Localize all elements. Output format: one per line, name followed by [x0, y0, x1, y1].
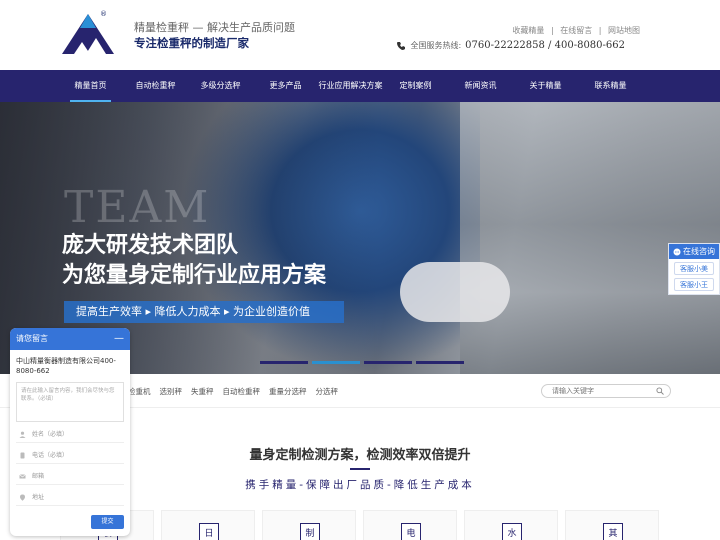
phone-icon [20, 452, 25, 459]
top-links: 收藏精量 | 在线留言 | 网站地图 [510, 25, 642, 36]
banner-watermark: TEAM [64, 182, 211, 233]
location-pin-icon [20, 494, 25, 501]
industry-card-label: 日 [199, 523, 219, 540]
name-field[interactable]: 姓名（必填） [16, 426, 124, 443]
hotword-link[interactable]: 重量分选秤 [269, 386, 307, 397]
nav-multi-sorter[interactable]: 多级分选秤 [188, 70, 253, 102]
industry-card-label: 水 [502, 523, 522, 540]
consult-agent-button[interactable]: 客服小美 [674, 262, 714, 275]
email-field-placeholder: 邮箱 [32, 473, 45, 480]
search-icon[interactable] [656, 387, 664, 395]
minimize-button[interactable]: — [114, 328, 124, 350]
hotword-link[interactable]: 失重秤 [191, 386, 214, 397]
hotword-link[interactable]: 检重机 [128, 386, 151, 397]
section-divider [350, 468, 370, 470]
phone-field-placeholder: 电话（必填） [32, 452, 69, 459]
industry-card[interactable]: 水 [464, 510, 558, 540]
leave-message-widget: 请您留言 — 中山精量衡器制造有限公司400-8080-662 请在此输入留言内… [10, 328, 130, 536]
message-textarea[interactable]: 请在此输入留言内容，我们会尽快与您联系。（必填） [16, 382, 124, 422]
submit-button[interactable]: 提交 [91, 515, 124, 529]
address-field-placeholder: 地址 [32, 494, 45, 501]
message-title: 请您留言 [16, 334, 48, 343]
banner-subline: 提高生产效率 ▸ 降低人力成本 ▸ 为企业创造价值 [64, 301, 344, 323]
sitemap-link[interactable]: 网站地图 [608, 26, 640, 35]
slider-dot[interactable] [416, 361, 464, 364]
header-slogan: 专注检重秤的制造厂家 [134, 36, 249, 50]
main-nav: 精量首页 自动检重秤 多级分选秤 更多产品 行业应用解决方案 定制案例 新闻资讯… [0, 70, 720, 102]
banner-headline-2: 为您量身定制行业应用方案 [62, 262, 327, 288]
consult-title: 在线咨询 [683, 247, 715, 256]
banner-headline: 庞大研发技术团队 [62, 232, 239, 258]
company-logo[interactable] [60, 12, 116, 56]
industry-card[interactable]: 电 [363, 510, 457, 540]
nav-news[interactable]: 新闻资讯 [448, 70, 513, 102]
banner-photo-glove [400, 262, 510, 322]
message-company: 中山精量衡器制造有限公司400-8080-662 [16, 357, 116, 375]
industry-card[interactable]: 其 [565, 510, 659, 540]
phone-field[interactable]: 电话（必填） [16, 447, 124, 464]
search-input[interactable] [552, 386, 652, 396]
slider-dot[interactable] [260, 361, 308, 364]
hot-keywords: 检重机 选别秤 失重秤 自动检重秤 重量分选秤 分选秤 [128, 386, 338, 397]
nav-more-products[interactable]: 更多产品 [253, 70, 318, 102]
industry-card-label: 其 [603, 523, 623, 540]
bookmark-link[interactable]: 收藏精量 [512, 26, 544, 35]
name-field-placeholder: 姓名（必填） [32, 431, 69, 438]
nav-industry-solutions[interactable]: 行业应用解决方案 [318, 70, 383, 102]
nav-about[interactable]: 关于精量 [513, 70, 578, 102]
message-link[interactable]: 在线留言 [560, 26, 592, 35]
header-tagline: 精量检重秤 — 解决生产品质问题 [134, 21, 295, 34]
phone-icon [397, 41, 406, 50]
search-box [541, 384, 671, 398]
nav-auto-checkweigher[interactable]: 自动检重秤 [123, 70, 188, 102]
hotword-link[interactable]: 分选秤 [316, 386, 339, 397]
hotline-label: 全国服务热线: [410, 41, 462, 50]
industry-card-label: 电 [401, 523, 421, 540]
site-header: ® 精量检重秤 — 解决生产品质问题 专注检重秤的制造厂家 收藏精量 | 在线留… [0, 0, 720, 70]
industry-cards: 食 日 制 电 水 其 [60, 510, 659, 540]
link-separator: | [598, 26, 602, 35]
consult-agent-button[interactable]: 客服小王 [674, 278, 714, 291]
industry-card[interactable]: 日 [161, 510, 255, 540]
user-icon [19, 431, 26, 438]
message-header[interactable]: 请您留言 — [10, 328, 130, 350]
online-consult-panel: 在线咨询 客服小美 客服小王 [668, 243, 720, 295]
nav-contact[interactable]: 联系精量 [578, 70, 643, 102]
slider-dot[interactable] [364, 361, 412, 364]
chat-bubble-icon [673, 248, 681, 255]
address-field[interactable]: 地址 [16, 489, 124, 506]
slider-dot-active[interactable] [312, 361, 360, 364]
industry-card[interactable]: 制 [262, 510, 356, 540]
banner-photo-machine [460, 102, 720, 374]
slider-indicators [260, 361, 464, 364]
nav-home[interactable]: 精量首页 [58, 70, 123, 102]
hotline-number: 0760-22222858 / 400-8080-662 [465, 40, 625, 51]
mail-icon [19, 474, 26, 479]
consult-header[interactable]: 在线咨询 [669, 244, 719, 259]
nav-custom-cases[interactable]: 定制案例 [383, 70, 448, 102]
link-separator: | [550, 26, 554, 35]
service-hotline: 全国服务热线: 0760-22222858 / 400-8080-662 [396, 40, 625, 51]
email-field[interactable]: 邮箱 [16, 468, 124, 485]
industry-card-label: 制 [300, 523, 320, 540]
hotword-link[interactable]: 选别秤 [160, 386, 183, 397]
hotword-link[interactable]: 自动检重秤 [223, 386, 261, 397]
registered-mark: ® [100, 10, 107, 18]
